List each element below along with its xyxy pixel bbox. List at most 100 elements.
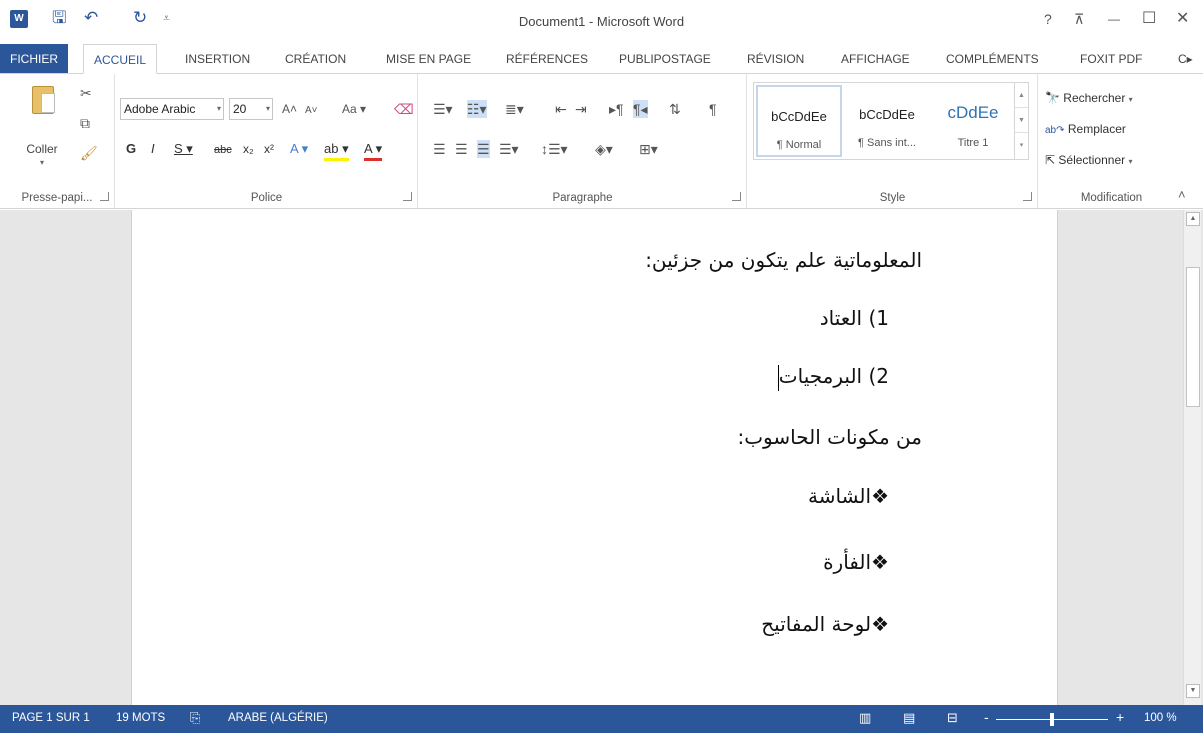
paragraph-launcher-icon[interactable]: [732, 192, 741, 201]
ribbon-tabs: FICHIER ACCUEIL INSERTION CRÉATION MISE …: [0, 44, 1203, 74]
print-layout-icon[interactable]: ▤: [903, 710, 915, 726]
minimize-icon[interactable]: —: [1108, 10, 1120, 28]
status-bar: PAGE 1 SUR 1 19 MOTS ⎘ ARABE (ALGÉRIE) ▥…: [0, 705, 1203, 733]
zoom-slider[interactable]: [996, 713, 1108, 726]
borders-icon[interactable]: ⊞▾: [639, 140, 658, 158]
tab-file[interactable]: FICHIER: [0, 44, 68, 74]
ribbon-display-icon[interactable]: ⊼: [1074, 10, 1084, 28]
tab-home[interactable]: ACCUEIL: [83, 44, 158, 74]
justify-icon[interactable]: ☰▾: [499, 140, 519, 158]
chevron-down-icon: ▾: [265, 104, 270, 113]
strikethrough-button[interactable]: abc: [214, 141, 232, 159]
show-formatting-icon[interactable]: ¶: [709, 100, 717, 118]
tab-insert[interactable]: INSERTION: [175, 44, 260, 74]
doc-line: ❖الفأرة: [823, 550, 889, 574]
tab-references[interactable]: RÉFÉRENCES: [496, 44, 598, 74]
web-layout-icon[interactable]: ⊟: [947, 710, 958, 726]
maximize-icon[interactable]: ☐: [1142, 10, 1156, 28]
document-page[interactable]: المعلوماتية علم يتكون من جزئين: 1) العتا…: [131, 210, 1058, 705]
find-button[interactable]: 🔭 Rechercher ▾: [1045, 91, 1133, 105]
shading-icon[interactable]: ◈▾: [595, 140, 613, 158]
gallery-up-icon[interactable]: ▲: [1015, 83, 1028, 108]
cut-icon[interactable]: ✂: [80, 84, 92, 102]
format-painter-icon[interactable]: 🖌: [80, 144, 98, 162]
zoom-slider-thumb[interactable]: [1050, 713, 1054, 726]
copy-icon[interactable]: ⧉: [80, 114, 90, 132]
bullets-icon[interactable]: ☰▾: [433, 100, 453, 118]
select-button[interactable]: ⇱ Sélectionner ▾: [1045, 153, 1132, 167]
underline-button[interactable]: S ▾: [174, 140, 193, 158]
align-center-icon[interactable]: ☰: [455, 140, 468, 158]
group-label-font: Police: [250, 192, 283, 204]
title-bar: W 🖫 ↶ ↻ ⩡ Document1 - Microsoft Word ? ⊼…: [0, 0, 1203, 42]
bold-button[interactable]: G: [126, 140, 136, 158]
subscript-button[interactable]: x₂: [243, 140, 254, 158]
doc-line: من مكونات الحاسوب:: [737, 425, 922, 449]
chevron-down-icon: ▾: [216, 104, 221, 113]
scroll-down-icon[interactable]: ▼: [1186, 684, 1200, 698]
shrink-font-button[interactable]: A˅: [305, 102, 318, 120]
doc-line-with-caret: 2) البرمجيات: [777, 364, 889, 391]
paste-icon: [32, 86, 55, 114]
styles-launcher-icon[interactable]: [1023, 192, 1032, 201]
page-count[interactable]: PAGE 1 SUR 1: [12, 712, 90, 724]
italic-button[interactable]: I: [151, 140, 155, 158]
ltr-direction-icon[interactable]: ▸¶: [609, 100, 624, 118]
tab-design[interactable]: CRÉATION: [275, 44, 356, 74]
text-effects-button[interactable]: A ▾: [290, 140, 308, 158]
scroll-up-icon[interactable]: ▲: [1186, 212, 1200, 226]
zoom-in-button[interactable]: +: [1116, 709, 1124, 725]
close-icon[interactable]: ✕: [1176, 10, 1189, 28]
highlight-button[interactable]: ab ▾: [324, 140, 349, 161]
font-color-button[interactable]: A ▾: [364, 140, 383, 161]
find-label: Rechercher: [1063, 91, 1126, 105]
change-case-button[interactable]: Aa ▾: [342, 100, 366, 118]
zoom-out-button[interactable]: -: [984, 709, 989, 725]
clear-formatting-icon[interactable]: ⌫: [394, 100, 414, 118]
line-spacing-icon[interactable]: ↕☰▾: [541, 140, 568, 158]
read-mode-icon[interactable]: ▥: [859, 710, 871, 726]
group-paragraph: ☰▾ ☷▾ ≣▾ ⇤ ⇥ ▸¶ ¶◂ ⇅ ¶ ☰ ☰ ☰ ☰▾ ↕☰▾ ◈▾ ⊞…: [419, 74, 747, 208]
numbering-icon[interactable]: ☷▾: [467, 100, 487, 118]
sort-icon[interactable]: ⇅: [669, 100, 681, 118]
word-count[interactable]: 19 MOTS: [116, 712, 165, 724]
chevron-down-icon: ▾: [1128, 157, 1133, 166]
rtl-direction-icon[interactable]: ¶◂: [633, 100, 648, 118]
gallery-down-icon[interactable]: ▼: [1015, 108, 1028, 133]
font-name-select[interactable]: Adobe Arabic ▾: [120, 98, 224, 120]
tab-more[interactable]: C▸: [1170, 44, 1201, 74]
paste-button[interactable]: Coller ▾: [20, 84, 64, 167]
vertical-scrollbar[interactable]: ▲ ▼: [1183, 210, 1201, 705]
proofing-icon[interactable]: ⎘: [190, 710, 200, 726]
help-icon[interactable]: ?: [1044, 10, 1052, 28]
tab-review[interactable]: RÉVISION: [737, 44, 814, 74]
tab-mailings[interactable]: PUBLIPOSTAGE: [609, 44, 721, 74]
zoom-level[interactable]: 100 %: [1144, 712, 1177, 724]
font-size-select[interactable]: 20 ▾: [229, 98, 273, 120]
clipboard-launcher-icon[interactable]: [100, 192, 109, 201]
gallery-more-icon[interactable]: ▾: [1015, 133, 1028, 158]
decrease-indent-icon[interactable]: ⇤: [555, 100, 567, 118]
style-heading-1[interactable]: cDdEe Titre 1: [930, 85, 1016, 157]
collapse-ribbon-icon[interactable]: ˄: [1178, 187, 1186, 202]
group-font: Adobe Arabic ▾ 20 ▾ A˄ A˅ Aa ▾ ⌫ G I S ▾…: [116, 74, 418, 208]
style-no-spacing[interactable]: bCcDdEe ¶ Sans int...: [844, 85, 930, 157]
align-right-icon[interactable]: ☰: [477, 140, 490, 158]
grow-font-button[interactable]: A˄: [282, 100, 297, 118]
font-name-value: Adobe Arabic: [124, 102, 196, 116]
tab-foxit-pdf[interactable]: FOXIT PDF: [1070, 44, 1152, 74]
doc-line: ❖الشاشة: [808, 484, 889, 508]
font-launcher-icon[interactable]: [403, 192, 412, 201]
tab-layout[interactable]: MISE EN PAGE: [376, 44, 481, 74]
align-left-icon[interactable]: ☰: [433, 140, 446, 158]
style-normal[interactable]: bCcDdEe ¶ Normal: [756, 85, 842, 157]
language-indicator[interactable]: ARABE (ALGÉRIE): [228, 712, 328, 724]
tab-addins[interactable]: COMPLÉMENTS: [936, 44, 1049, 74]
superscript-button[interactable]: x²: [264, 140, 274, 158]
tab-view[interactable]: AFFICHAGE: [831, 44, 920, 74]
scroll-thumb[interactable]: [1186, 267, 1200, 407]
replace-button[interactable]: ab↷ Remplacer: [1045, 122, 1126, 136]
multilevel-list-icon[interactable]: ≣▾: [505, 100, 524, 118]
binoculars-icon: 🔭: [1045, 91, 1060, 105]
increase-indent-icon[interactable]: ⇥: [575, 100, 587, 118]
